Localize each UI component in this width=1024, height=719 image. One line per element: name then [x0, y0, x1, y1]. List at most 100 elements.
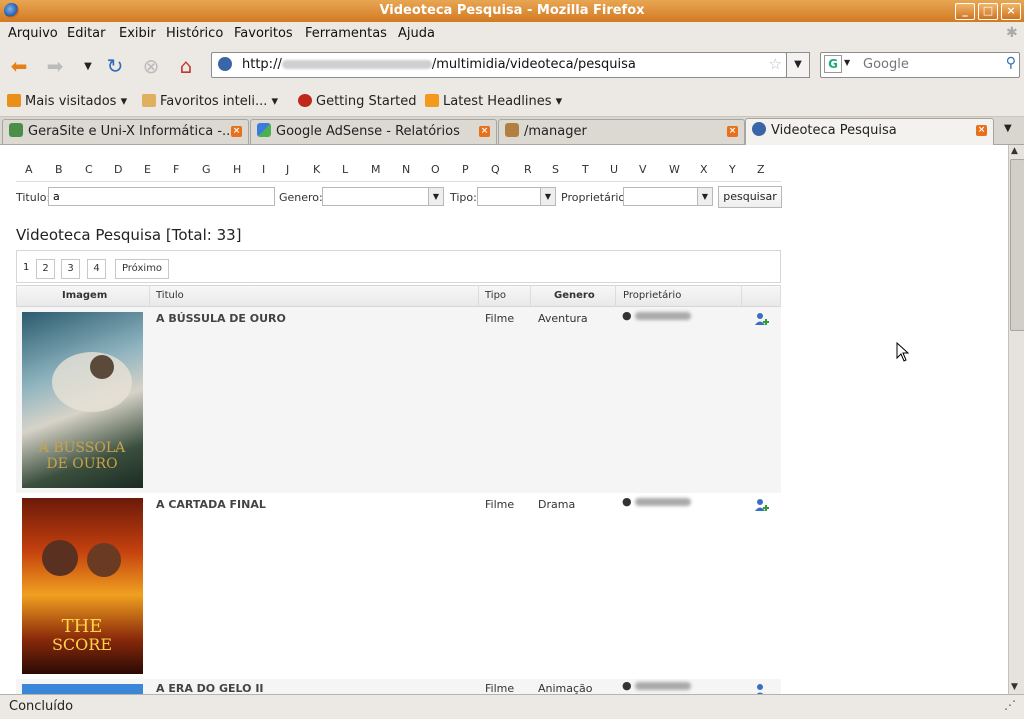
add-user-icon[interactable] — [753, 498, 769, 514]
engine-dropdown-icon[interactable]: ▼ — [844, 58, 850, 67]
titulo-input[interactable] — [48, 187, 275, 206]
letter-link[interactable]: U — [610, 163, 618, 176]
bookmark-getting-started[interactable]: Getting Started — [298, 94, 417, 109]
movie-title[interactable]: A BÚSSULA DE OURO — [156, 312, 286, 325]
pager-next-button[interactable]: Próximo — [115, 259, 169, 279]
tab-close-icon[interactable]: × — [727, 126, 738, 137]
search-input[interactable] — [861, 56, 995, 73]
letter-link[interactable]: I — [262, 163, 265, 176]
genero-select[interactable]: ▼ — [322, 187, 444, 206]
letter-link[interactable]: P — [462, 163, 469, 176]
minimize-button[interactable]: _ — [955, 3, 975, 20]
bookmark-latest-headlines[interactable]: Latest Headlines ▾ — [425, 94, 562, 109]
col-titulo[interactable]: Titulo — [156, 290, 184, 301]
letter-link[interactable]: L — [342, 163, 348, 176]
add-user-icon[interactable] — [753, 312, 769, 328]
menu-historico[interactable]: Histórico — [166, 26, 223, 41]
letter-link[interactable]: T — [582, 163, 589, 176]
letter-link[interactable]: Z — [757, 163, 765, 176]
tab-manager[interactable]: /manager × — [498, 119, 745, 144]
poster-image[interactable]: A BÚSSOLA DE OURO — [22, 312, 143, 488]
tipo-label: Tipo: — [450, 191, 477, 204]
letter-link[interactable]: O — [431, 163, 440, 176]
menu-exibir[interactable]: Exibir — [119, 26, 156, 41]
proprietario-select[interactable]: ▼ — [623, 187, 713, 206]
tab-close-icon[interactable]: × — [231, 126, 242, 137]
forward-icon[interactable]: ➡ — [43, 54, 67, 78]
search-go-icon[interactable]: ⚲ — [1006, 55, 1016, 71]
movie-title[interactable]: A CARTADA FINAL — [156, 498, 266, 511]
history-dropdown-icon[interactable]: ▼ — [76, 54, 100, 78]
letter-link[interactable]: G — [202, 163, 211, 176]
bookmark-mais-visitados[interactable]: Mais visitados ▾ — [7, 94, 127, 109]
tab-close-icon[interactable]: × — [479, 126, 490, 137]
col-tipo[interactable]: Tipo — [485, 290, 506, 301]
col-genero[interactable]: Genero — [554, 290, 595, 301]
movie-title[interactable]: A ERA DO GELO II — [156, 682, 264, 694]
col-imagem[interactable]: Imagem — [62, 290, 107, 301]
add-user-icon[interactable] — [753, 683, 769, 694]
menu-editar[interactable]: Editar — [67, 26, 106, 41]
owner-blurred — [635, 312, 692, 320]
scroll-down-icon[interactable]: ▼ — [1011, 682, 1018, 692]
owner-name: ● — [622, 679, 692, 692]
letter-link[interactable]: C — [85, 163, 93, 176]
letter-link[interactable]: N — [402, 163, 410, 176]
url-bar[interactable]: http:///multimidia/videoteca/pesquisa ☆ — [211, 52, 787, 78]
tab-adsense[interactable]: Google AdSense - Relatórios × — [250, 119, 497, 144]
resize-grip-icon[interactable]: ⋰ — [1004, 698, 1016, 712]
menu-favoritos[interactable]: Favoritos — [234, 26, 293, 41]
pesquisar-button[interactable]: pesquisar — [718, 186, 782, 208]
google-engine-icon[interactable]: G — [824, 55, 842, 73]
pager-page-link[interactable]: 2 — [36, 259, 55, 279]
reload-icon[interactable]: ↻ — [103, 54, 127, 78]
tab-videoteca[interactable]: Videoteca Pesquisa × — [745, 118, 994, 145]
home-icon[interactable]: ⌂ — [174, 54, 198, 78]
scroll-up-icon[interactable]: ▲ — [1011, 146, 1018, 156]
letter-link[interactable]: B — [55, 163, 63, 176]
scrollbar-thumb[interactable] — [1010, 159, 1024, 331]
close-window-button[interactable]: × — [1001, 3, 1021, 20]
letter-link[interactable]: X — [700, 163, 708, 176]
back-icon[interactable]: ⬅ — [7, 54, 31, 78]
letter-link[interactable]: R — [524, 163, 532, 176]
pager-page-link[interactable]: 3 — [61, 259, 80, 279]
pager-page-link[interactable]: 4 — [87, 259, 106, 279]
letter-link[interactable]: Q — [491, 163, 500, 176]
firefox-bookmark-icon — [298, 94, 312, 107]
menu-ferramentas[interactable]: Ferramentas — [305, 26, 387, 41]
tab-close-icon[interactable]: × — [976, 125, 987, 136]
letter-link[interactable]: W — [669, 163, 680, 176]
bookmark-star-icon[interactable]: ☆ — [769, 55, 782, 73]
poster-art: A BÚSSOLA DE OURO — [38, 352, 132, 472]
letter-link[interactable]: M — [371, 163, 381, 176]
movie-genre: Drama — [538, 498, 576, 511]
menu-arquivo[interactable]: Arquivo — [8, 26, 58, 41]
site-identity-icon[interactable] — [218, 57, 232, 71]
letter-link[interactable]: E — [144, 163, 151, 176]
letter-link[interactable]: A — [25, 163, 33, 176]
tab-favicon — [505, 123, 519, 137]
letter-link[interactable]: V — [639, 163, 647, 176]
url-dropdown-button[interactable]: ▼ — [786, 52, 810, 78]
poster-image[interactable]: THE SCORE — [22, 498, 143, 674]
tab-gerasite[interactable]: GeraSite e Uni-X Informática -... × — [2, 119, 249, 144]
vertical-scrollbar[interactable]: ▲ ▼ — [1008, 145, 1024, 694]
letter-link[interactable]: Y — [729, 163, 736, 176]
letter-link[interactable]: S — [552, 163, 559, 176]
tipo-select[interactable]: ▼ — [477, 187, 556, 206]
stop-icon[interactable]: ⊗ — [139, 54, 163, 78]
letter-link[interactable]: D — [114, 163, 122, 176]
col-proprietario[interactable]: Proprietário — [623, 290, 681, 301]
letter-link[interactable]: J — [286, 163, 289, 176]
bookmark-favoritos-inteligentes[interactable]: Favoritos inteli... ▾ — [142, 94, 278, 109]
svg-text:SCORE: SCORE — [52, 635, 112, 654]
letter-link[interactable]: F — [173, 163, 179, 176]
search-bar[interactable]: G ▼ ⚲ — [820, 52, 1020, 78]
maximize-button[interactable]: □ — [978, 3, 998, 20]
menu-ajuda[interactable]: Ajuda — [398, 26, 435, 41]
letter-link[interactable]: H — [233, 163, 241, 176]
poster-image[interactable] — [22, 684, 143, 694]
tab-list-icon[interactable]: ▼ — [1004, 123, 1012, 134]
letter-link[interactable]: K — [313, 163, 320, 176]
